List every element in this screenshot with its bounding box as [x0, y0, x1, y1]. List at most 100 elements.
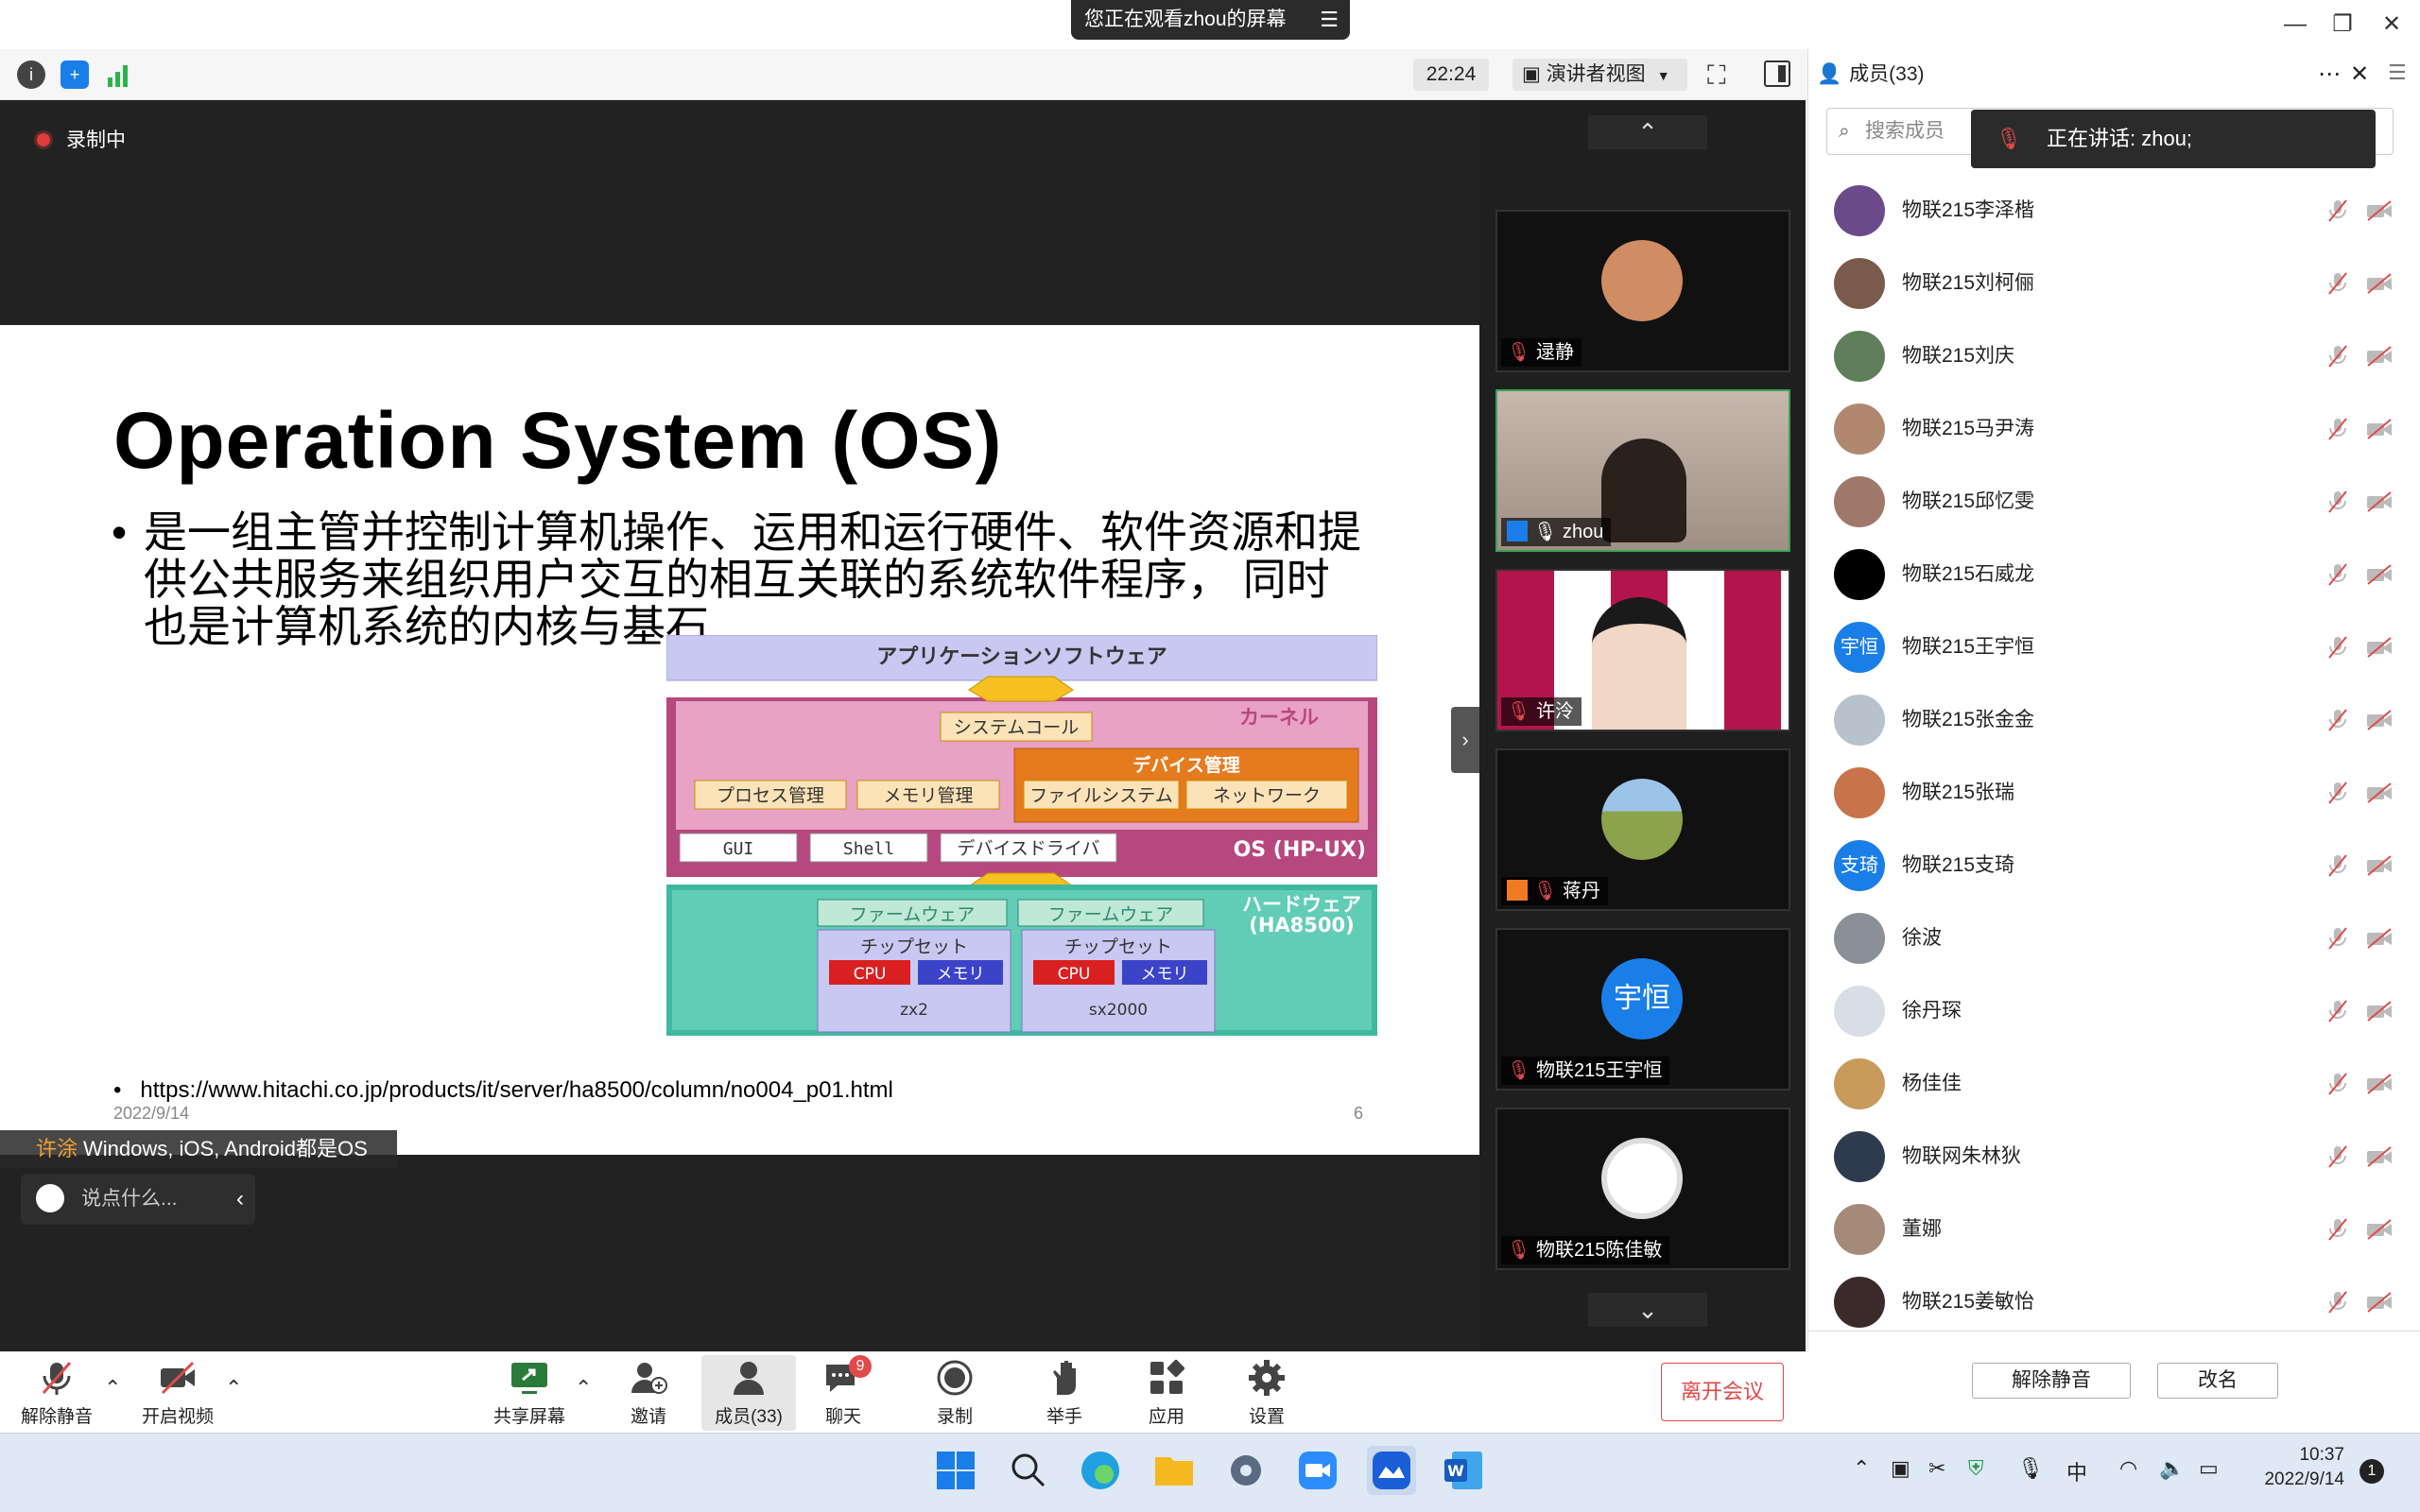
- member-row[interactable]: 物联网朱林狄: [1807, 1112, 2412, 1185]
- minimize-icon[interactable]: —: [2276, 8, 2314, 42]
- fullscreen-icon[interactable]: ⛶: [1707, 60, 1726, 92]
- restore-icon[interactable]: ❐: [2324, 8, 2361, 42]
- chevron-left-icon[interactable]: ‹: [236, 1174, 244, 1225]
- side-panel-toggle-icon[interactable]: [1764, 60, 1790, 87]
- camera-off-icon[interactable]: [2365, 1074, 2394, 1094]
- rename-button[interactable]: 改名: [2157, 1363, 2278, 1399]
- mic-muted-icon[interactable]: [2325, 1072, 2350, 1096]
- camera-off-icon[interactable]: [2365, 637, 2394, 658]
- mic-muted-icon[interactable]: [2325, 417, 2350, 441]
- mic-muted-icon[interactable]: [2325, 344, 2350, 369]
- chat-input-box[interactable]: 说点什么... ‹: [21, 1174, 255, 1225]
- video-tile[interactable]: 🎙 zhou: [1495, 389, 1790, 552]
- chevron-down-icon[interactable]: ⌄: [1588, 1293, 1707, 1327]
- close-window-icon[interactable]: ✕: [2373, 8, 2411, 42]
- mic-muted-icon[interactable]: [2325, 198, 2350, 223]
- meeting-tray-icon[interactable]: ▣: [1891, 1456, 1910, 1481]
- volume-muted-icon[interactable]: 🔈: [2159, 1456, 2185, 1481]
- member-row[interactable]: 物联215石威龙: [1807, 530, 2412, 603]
- word-app-icon[interactable]: W: [1439, 1446, 1488, 1495]
- camera-off-icon[interactable]: [2365, 1292, 2394, 1313]
- video-tile[interactable]: 🎙 物联215陈佳敏: [1495, 1108, 1790, 1270]
- mic-muted-icon[interactable]: [2325, 635, 2350, 660]
- member-row[interactable]: 杨佳佳: [1807, 1040, 2412, 1112]
- video-tile[interactable]: 🎙 许泠: [1495, 569, 1790, 731]
- chevron-up-icon[interactable]: ⌃: [104, 1376, 121, 1400]
- settings-app-icon[interactable]: [1221, 1446, 1270, 1495]
- view-mode-dropdown[interactable]: ▣ 演讲者视图 ▼: [1512, 59, 1687, 91]
- collapse-strip-button[interactable]: ›: [1451, 707, 1479, 773]
- file-explorer-icon[interactable]: [1150, 1446, 1199, 1495]
- video-tile[interactable]: 宇恒 🎙 物联215王宇恒: [1495, 928, 1790, 1091]
- chevron-up-icon[interactable]: ⌃: [1853, 1456, 1870, 1481]
- member-row[interactable]: 物联215姜敏怡: [1807, 1258, 2412, 1331]
- member-row[interactable]: 物联215刘庆: [1807, 312, 2412, 385]
- shield-icon[interactable]: ⛨: [1968, 1456, 1984, 1481]
- info-icon[interactable]: i: [17, 60, 45, 89]
- chat-button[interactable]: 聊天 9: [796, 1355, 890, 1431]
- camera-off-icon[interactable]: [2365, 491, 2394, 512]
- battery-icon[interactable]: ▭: [2199, 1456, 2219, 1481]
- taskbar-clock[interactable]: 10:37 2022/9/14: [2240, 1443, 2344, 1492]
- member-row[interactable]: 物联215张金金: [1807, 676, 2412, 748]
- camera-off-icon[interactable]: [2365, 200, 2394, 221]
- member-row[interactable]: 物联215李泽楷: [1807, 166, 2412, 239]
- mic-muted-icon[interactable]: [2325, 562, 2350, 587]
- member-row[interactable]: 支琦 物联215支琦: [1807, 821, 2412, 894]
- microphone-icon[interactable]: 🎙: [2017, 1456, 2044, 1481]
- video-tile[interactable]: 🎙 蒋丹: [1495, 748, 1790, 911]
- mic-muted-icon[interactable]: [2325, 781, 2350, 805]
- member-row[interactable]: 董娜: [1807, 1185, 2412, 1258]
- scissors-icon[interactable]: ✂: [1928, 1456, 1945, 1481]
- chevron-up-icon[interactable]: ⌃: [1588, 115, 1707, 149]
- mic-muted-icon[interactable]: [2325, 1217, 2350, 1242]
- notification-badge[interactable]: 1: [2360, 1459, 2384, 1484]
- chevron-up-icon[interactable]: ⌃: [575, 1376, 592, 1400]
- raise-hand-button[interactable]: 举手: [1017, 1355, 1112, 1431]
- unmute-button[interactable]: 解除静音: [9, 1355, 104, 1431]
- camera-off-icon[interactable]: [2365, 419, 2394, 439]
- edge-browser-icon[interactable]: [1076, 1446, 1125, 1495]
- share-screen-button[interactable]: 共享屏幕: [482, 1355, 577, 1431]
- mic-muted-icon[interactable]: [2325, 490, 2350, 514]
- camera-off-icon[interactable]: [2365, 710, 2394, 730]
- camera-off-icon[interactable]: [2365, 1001, 2394, 1022]
- member-row[interactable]: 物联215马尹涛: [1807, 385, 2412, 457]
- ime-indicator[interactable]: 中: [2066, 1456, 2087, 1486]
- start-video-button[interactable]: 开启视频: [130, 1355, 225, 1431]
- screen-share-banner[interactable]: 您正在观看zhou的屏幕 ☰: [1071, 0, 1350, 40]
- mic-muted-icon[interactable]: [2325, 926, 2350, 951]
- windows-start-icon[interactable]: [931, 1446, 980, 1495]
- member-row[interactable]: 物联215邱忆雯: [1807, 457, 2412, 530]
- shield-icon[interactable]: +: [60, 60, 89, 89]
- menu-icon[interactable]: ☰: [1320, 0, 1339, 40]
- mic-muted-icon[interactable]: [2325, 271, 2350, 296]
- camera-off-icon[interactable]: [2365, 273, 2394, 294]
- member-row[interactable]: 物联215张瑞: [1807, 748, 2412, 821]
- invite-button[interactable]: 邀请: [601, 1355, 696, 1431]
- wifi-icon[interactable]: ◠: [2119, 1456, 2137, 1481]
- search-icon[interactable]: [1004, 1446, 1053, 1495]
- emoji-icon[interactable]: [36, 1184, 64, 1212]
- mute-all-button[interactable]: 解除静音: [1972, 1363, 2131, 1399]
- panel-menu-icon[interactable]: ☰: [2388, 60, 2407, 85]
- camera-off-icon[interactable]: [2365, 855, 2394, 876]
- close-panel-icon[interactable]: ✕: [2350, 49, 2369, 100]
- camera-off-icon[interactable]: [2365, 564, 2394, 585]
- leave-meeting-button[interactable]: 离开会议: [1661, 1363, 1784, 1421]
- mic-muted-icon[interactable]: [2325, 999, 2350, 1023]
- camera-off-icon[interactable]: [2365, 782, 2394, 803]
- video-tile[interactable]: 🎙 逯静: [1495, 210, 1790, 372]
- chevron-up-icon[interactable]: ⌃: [225, 1376, 242, 1400]
- apps-button[interactable]: 应用: [1119, 1355, 1214, 1431]
- mic-muted-icon[interactable]: [2325, 708, 2350, 732]
- settings-button[interactable]: 设置: [1219, 1355, 1314, 1431]
- zoom-app-icon[interactable]: [1293, 1446, 1342, 1495]
- camera-off-icon[interactable]: [2365, 928, 2394, 949]
- members-button[interactable]: 成员(33): [701, 1355, 796, 1431]
- member-row[interactable]: 宇恒 物联215王宇恒: [1807, 603, 2412, 676]
- signal-icon[interactable]: [106, 62, 132, 87]
- more-icon[interactable]: ⋯: [2318, 49, 2341, 100]
- camera-off-icon[interactable]: [2365, 1146, 2394, 1167]
- record-button[interactable]: 录制: [908, 1355, 1002, 1431]
